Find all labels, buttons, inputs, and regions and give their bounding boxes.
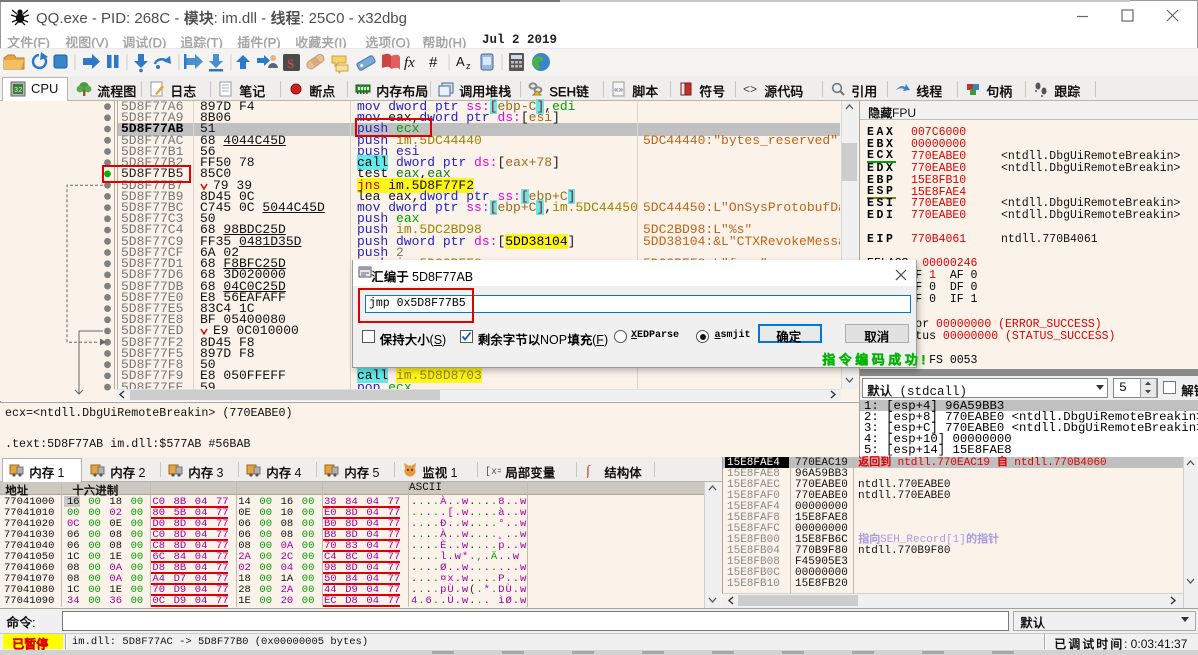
svg-text:∫: ∫ xyxy=(585,464,591,478)
svg-text:32: 32 xyxy=(14,87,22,95)
svg-text:#: # xyxy=(429,54,438,71)
svg-text:A: A xyxy=(456,54,465,69)
svg-text:fx: fx xyxy=(404,55,415,71)
svg-text:«»: «» xyxy=(614,85,623,94)
svg-text:S: S xyxy=(287,56,294,71)
svg-text:z: z xyxy=(466,61,471,71)
svg-text:<>: <> xyxy=(743,82,757,96)
svg-text:[x=]: [x=] xyxy=(485,466,501,478)
